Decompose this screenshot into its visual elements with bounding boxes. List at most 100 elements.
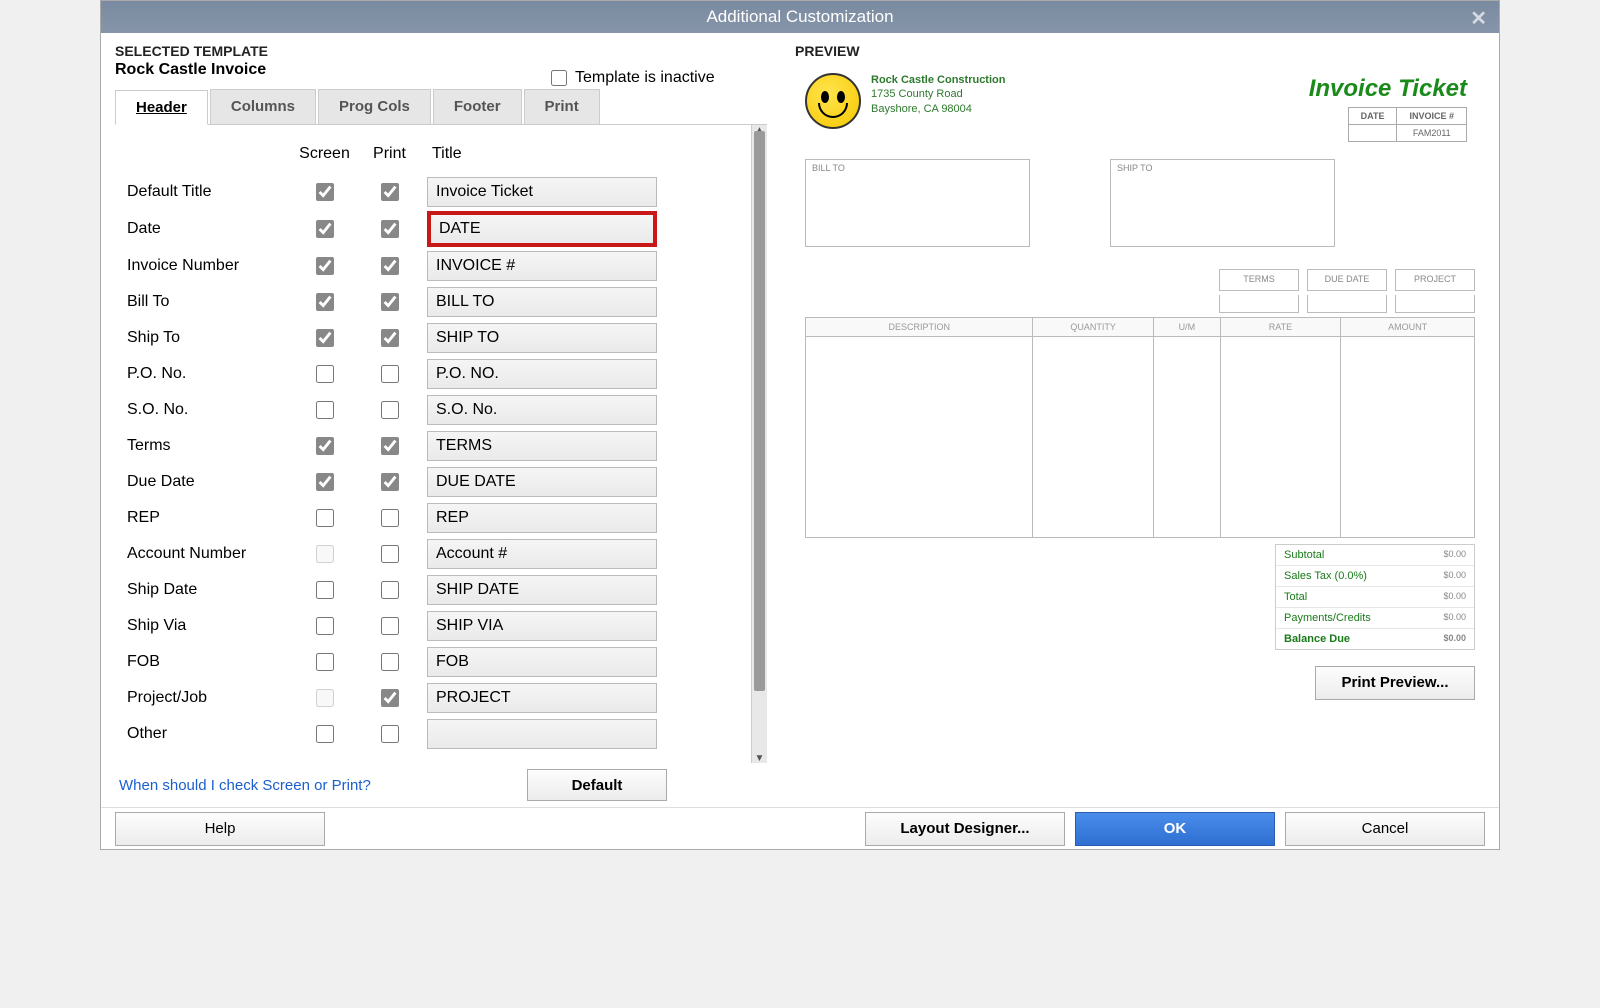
scrollbar[interactable]: ▲ ▼ <box>751 125 767 763</box>
print-preview-button[interactable]: Print Preview... <box>1315 666 1475 700</box>
print-checkbox[interactable] <box>381 653 399 671</box>
totals-label: Payments/Credits <box>1284 612 1371 624</box>
field-row: S.O. No. <box>127 393 721 427</box>
screen-checkbox[interactable] <box>316 365 334 383</box>
invno-value: FAM2011 <box>1397 125 1467 142</box>
template-inactive-label: Template is inactive <box>575 69 715 87</box>
screen-checkbox[interactable] <box>316 581 334 599</box>
title-input[interactable] <box>427 431 657 461</box>
screen-checkbox[interactable] <box>316 617 334 635</box>
field-row: Due Date <box>127 465 721 499</box>
line-header: U/M <box>1153 318 1220 337</box>
print-checkbox[interactable] <box>381 473 399 491</box>
print-checkbox[interactable] <box>381 329 399 347</box>
print-checkbox[interactable] <box>381 257 399 275</box>
screen-checkbox[interactable] <box>316 725 334 743</box>
dialog-window: Additional Customization ✕ SELECTED TEMP… <box>100 0 1500 850</box>
line-cell <box>1220 337 1340 537</box>
tab-print[interactable]: Print <box>524 89 600 124</box>
totals-box: Subtotal$0.00 Sales Tax (0.0%) $0.00 Total $… <box>1275 544 1475 650</box>
print-checkbox[interactable] <box>381 437 399 455</box>
print-checkbox[interactable] <box>381 581 399 599</box>
title-input[interactable] <box>427 647 657 677</box>
tab-footer[interactable]: Footer <box>433 89 522 124</box>
print-checkbox[interactable] <box>381 509 399 527</box>
title-input[interactable] <box>427 611 657 641</box>
title-input[interactable] <box>427 177 657 207</box>
screen-checkbox[interactable] <box>316 293 334 311</box>
screen-checkbox[interactable] <box>316 329 334 347</box>
logo-smiley-icon <box>805 73 861 129</box>
title-input[interactable] <box>427 395 657 425</box>
title-input[interactable] <box>427 323 657 353</box>
print-checkbox[interactable] <box>381 545 399 563</box>
field-label: Account Number <box>127 545 292 563</box>
field-label: Terms <box>127 437 292 455</box>
line-items-table: DESCRIPTIONQUANTITYU/MRATEAMOUNT <box>805 317 1475 538</box>
totals-value: $0.00 <box>1443 570 1466 582</box>
print-checkbox[interactable] <box>381 183 399 201</box>
template-inactive-checkbox[interactable] <box>551 70 567 86</box>
dialog-title: Additional Customization <box>706 7 893 27</box>
totals-value: $0.00 <box>1443 549 1466 561</box>
title-input[interactable] <box>427 575 657 605</box>
totals-row: Subtotal$0.00 <box>1276 545 1474 566</box>
title-input[interactable] <box>427 539 657 569</box>
screen-checkbox[interactable] <box>316 689 334 707</box>
print-checkbox[interactable] <box>381 293 399 311</box>
totals-label: Total <box>1284 591 1307 603</box>
screen-checkbox[interactable] <box>316 220 334 238</box>
tab-prog-cols[interactable]: Prog Cols <box>318 89 431 124</box>
screen-checkbox[interactable] <box>316 545 334 563</box>
scrollbar-thumb[interactable] <box>754 131 765 691</box>
help-link[interactable]: When should I check Screen or Print? <box>115 765 375 806</box>
terms-row: TERMSDUE DATEPROJECT <box>805 269 1475 291</box>
field-row: Default Title <box>127 175 721 209</box>
help-button[interactable]: Help <box>115 812 325 846</box>
title-input[interactable] <box>427 359 657 389</box>
title-input[interactable] <box>427 467 657 497</box>
default-button[interactable]: Default <box>527 769 667 801</box>
print-checkbox[interactable] <box>381 689 399 707</box>
cancel-button[interactable]: Cancel <box>1285 812 1485 846</box>
tab-columns[interactable]: Columns <box>210 89 316 124</box>
field-row: Ship Via <box>127 609 721 643</box>
screen-checkbox[interactable] <box>316 257 334 275</box>
screen-checkbox[interactable] <box>316 509 334 527</box>
field-label: Invoice Number <box>127 257 292 275</box>
screen-checkbox[interactable] <box>316 437 334 455</box>
print-checkbox[interactable] <box>381 220 399 238</box>
screen-checkbox[interactable] <box>316 473 334 491</box>
title-input[interactable] <box>427 251 657 281</box>
terms-header: DUE DATE <box>1307 269 1387 291</box>
totals-label: Sales Tax (0.0%) <box>1284 570 1367 582</box>
layout-designer-button[interactable]: Layout Designer... <box>865 812 1065 846</box>
screen-checkbox[interactable] <box>316 183 334 201</box>
ok-button[interactable]: OK <box>1075 812 1275 846</box>
print-checkbox[interactable] <box>381 617 399 635</box>
date-label: DATE <box>1348 108 1397 125</box>
close-icon[interactable]: ✕ <box>1470 6 1487 31</box>
scroll-down-arrow[interactable]: ▼ <box>752 751 767 763</box>
field-row: P.O. No. <box>127 357 721 391</box>
title-input[interactable] <box>427 211 657 247</box>
title-input[interactable] <box>427 287 657 317</box>
terms-header: TERMS <box>1219 269 1299 291</box>
title-input[interactable] <box>427 683 657 713</box>
print-checkbox[interactable] <box>381 401 399 419</box>
tab-header[interactable]: Header <box>115 90 208 125</box>
bill-to-box: BILL TO <box>805 159 1030 247</box>
title-input[interactable] <box>427 719 657 749</box>
terms-row-values <box>805 295 1475 313</box>
screen-checkbox[interactable] <box>316 401 334 419</box>
screen-checkbox[interactable] <box>316 653 334 671</box>
print-checkbox[interactable] <box>381 365 399 383</box>
title-input[interactable] <box>427 503 657 533</box>
invno-label: INVOICE # <box>1397 108 1467 125</box>
field-label: S.O. No. <box>127 401 292 419</box>
footer-bar: Help Layout Designer... OK Cancel <box>101 807 1499 849</box>
fields-wrapper: Screen Print Title Default TitleDateInvo… <box>115 125 767 763</box>
company-addr2: Bayshore, CA 98004 <box>871 102 1005 116</box>
print-checkbox[interactable] <box>381 725 399 743</box>
field-label: Project/Job <box>127 689 292 707</box>
